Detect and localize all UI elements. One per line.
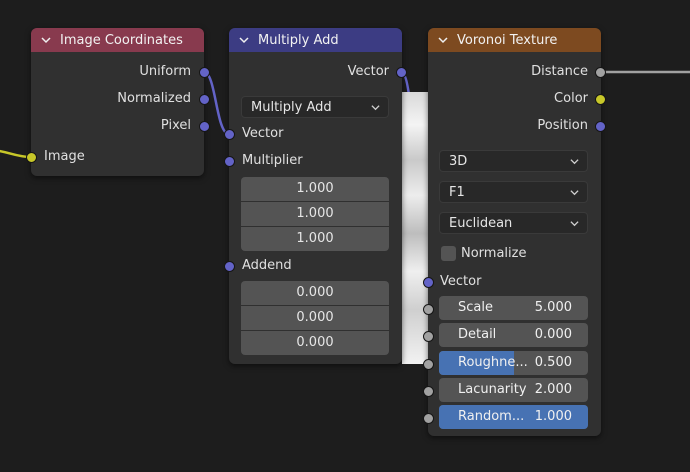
slider-value: 0.000 xyxy=(534,327,572,342)
socket-ma-input-vector[interactable] xyxy=(224,129,235,140)
output-color: Color xyxy=(448,89,588,109)
chevron-down-icon[interactable] xyxy=(41,35,51,45)
socket-image[interactable] xyxy=(26,152,37,163)
dropdown-value: Euclidean xyxy=(449,215,513,231)
input-label: Vector xyxy=(242,126,284,141)
socket-ma-multiplier[interactable] xyxy=(224,156,235,167)
socket-ma-addend[interactable] xyxy=(224,261,235,272)
dropdown-chevron-icon xyxy=(570,159,579,165)
slider-value: 0.500 xyxy=(534,355,572,370)
node-title: Image Coordinates xyxy=(60,32,183,48)
socket-pixel[interactable] xyxy=(199,121,210,132)
socket-lacunarity[interactable] xyxy=(423,386,434,397)
chevron-down-icon[interactable] xyxy=(438,35,448,45)
chevron-down-icon[interactable] xyxy=(239,35,249,45)
feature-dropdown[interactable]: F1 xyxy=(439,181,588,203)
socket-position[interactable] xyxy=(595,121,606,132)
multiplier-y-field[interactable]: 1.000 xyxy=(241,202,389,226)
input-label: Multiplier xyxy=(242,153,303,168)
voronoi-texture-header[interactable]: Voronoi Texture xyxy=(428,28,601,52)
input-label: Addend xyxy=(242,258,292,273)
output-pixel: Pixel xyxy=(51,116,191,136)
socket-roughness[interactable] xyxy=(423,359,434,370)
node-title: Voronoi Texture xyxy=(457,32,558,48)
dropdown-value: Multiply Add xyxy=(251,99,332,115)
slider-label: Lacunarity xyxy=(458,382,527,397)
dropdown-value: F1 xyxy=(449,184,465,200)
dropdown-chevron-icon xyxy=(570,190,579,196)
normalize-label: Normalize xyxy=(461,244,526,264)
node-title: Multiply Add xyxy=(258,32,339,48)
normalize-checkbox[interactable] xyxy=(441,246,456,261)
output-label: Normalized xyxy=(117,91,191,106)
slider-value: 2.000 xyxy=(534,382,572,397)
multiplier-x-field[interactable]: 1.000 xyxy=(241,177,389,201)
multiply-add-node[interactable]: Multiply Add Vector Multiply Add Vector … xyxy=(229,28,402,364)
socket-normalized[interactable] xyxy=(199,94,210,105)
voronoi-texture-node[interactable]: Voronoi Texture Distance Color Position … xyxy=(428,28,601,436)
output-label: Uniform xyxy=(139,64,191,79)
input-label: Vector xyxy=(440,274,482,289)
output-distance: Distance xyxy=(448,62,588,82)
slider-label: Random... xyxy=(458,409,525,424)
image-coordinates-header[interactable]: Image Coordinates xyxy=(31,28,204,52)
input-image: Image xyxy=(44,147,85,167)
randomness-slider[interactable]: Random... 1.000 xyxy=(439,405,588,429)
socket-color[interactable] xyxy=(595,94,606,105)
output-label: Vector xyxy=(347,64,389,79)
slider-value: 5.000 xyxy=(534,300,572,315)
operation-dropdown[interactable]: Multiply Add xyxy=(241,96,389,118)
socket-ma-output-vector[interactable] xyxy=(396,67,407,78)
dropdown-value: 3D xyxy=(449,153,468,169)
input-multiplier: Multiplier xyxy=(242,151,303,171)
socket-scale[interactable] xyxy=(423,304,434,315)
socket-voronoi-vector[interactable] xyxy=(423,277,434,288)
output-label: Color xyxy=(554,91,588,106)
input-vector: Vector xyxy=(242,124,283,144)
dropdown-chevron-icon xyxy=(371,105,380,111)
addend-y-field[interactable]: 0.000 xyxy=(241,306,389,330)
image-coordinates-node[interactable]: Image Coordinates Uniform Normalized Pix… xyxy=(31,28,204,176)
texture-preview xyxy=(402,92,428,364)
detail-slider[interactable]: Detail 0.000 xyxy=(439,323,588,347)
output-label: Pixel xyxy=(160,118,191,133)
input-vector: Vector xyxy=(440,272,481,292)
output-position: Position xyxy=(448,116,588,136)
roughness-slider[interactable]: Roughne... 0.500 xyxy=(439,351,588,375)
input-addend: Addend xyxy=(242,256,292,276)
output-uniform: Uniform xyxy=(51,62,191,82)
input-label: Image xyxy=(44,149,85,164)
slider-label: Roughne... xyxy=(458,355,528,370)
socket-uniform[interactable] xyxy=(199,67,210,78)
addend-z-field[interactable]: 0.000 xyxy=(241,331,389,355)
checkbox-label: Normalize xyxy=(461,246,527,261)
addend-x-field[interactable]: 0.000 xyxy=(241,281,389,305)
dropdown-chevron-icon xyxy=(570,221,579,227)
slider-label: Detail xyxy=(458,327,497,342)
multiplier-z-field[interactable]: 1.000 xyxy=(241,227,389,251)
scale-slider[interactable]: Scale 5.000 xyxy=(439,296,588,320)
dimensions-dropdown[interactable]: 3D xyxy=(439,150,588,172)
output-vector: Vector xyxy=(249,62,389,82)
output-normalized: Normalized xyxy=(51,89,191,109)
multiply-add-header[interactable]: Multiply Add xyxy=(229,28,402,52)
output-label: Position xyxy=(537,118,588,133)
socket-detail[interactable] xyxy=(423,331,434,342)
socket-randomness[interactable] xyxy=(423,413,434,424)
slider-label: Scale xyxy=(458,300,493,315)
socket-distance[interactable] xyxy=(595,67,606,78)
lacunarity-slider[interactable]: Lacunarity 2.000 xyxy=(439,378,588,402)
slider-value: 1.000 xyxy=(534,409,572,424)
metric-dropdown[interactable]: Euclidean xyxy=(439,212,588,234)
output-label: Distance xyxy=(531,64,588,79)
